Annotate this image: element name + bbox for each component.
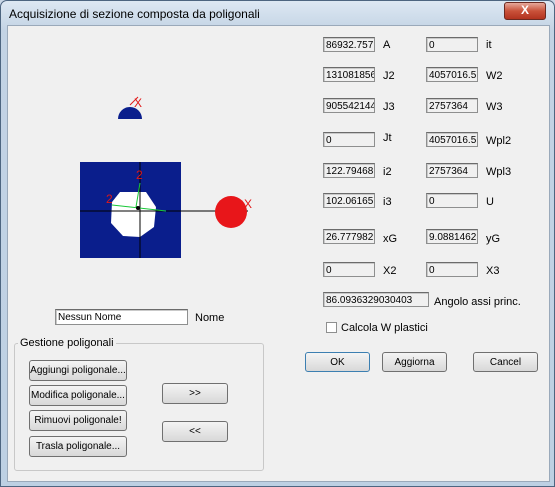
- field-A[interactable]: 86932.757: [323, 37, 375, 52]
- polygon-management-group-label: Gestione poligonali: [18, 337, 116, 349]
- label-X3: X3: [486, 265, 500, 277]
- name-label: Nome: [195, 312, 225, 324]
- field-it[interactable]: 0: [426, 37, 478, 52]
- field-Jt[interactable]: 0: [323, 132, 375, 147]
- add-polygon-button[interactable]: Aggiungi poligonale...: [29, 360, 127, 381]
- label-it: it: [486, 39, 492, 51]
- label-J2: J2: [383, 70, 395, 82]
- label-Jt: Jt: [383, 132, 392, 144]
- field-X3[interactable]: 0: [426, 262, 478, 277]
- label-i2: i2: [383, 166, 392, 178]
- dialog-client-area: X 2 2 X 86932.757 A 131081856 J2 9055421…: [7, 25, 550, 482]
- prev-button[interactable]: <<: [162, 421, 228, 442]
- label-Wpl3: Wpl3: [486, 166, 512, 178]
- close-button[interactable]: X: [504, 2, 546, 20]
- cancel-button[interactable]: Cancel: [473, 352, 538, 372]
- field-J2[interactable]: 131081856: [323, 67, 375, 82]
- ok-button[interactable]: OK: [305, 352, 370, 372]
- label-U: U: [486, 196, 494, 208]
- label-J3: J3: [383, 101, 395, 113]
- move-polygon-button[interactable]: Trasla poligonale...: [29, 436, 127, 457]
- axis-label-2-left: 2: [106, 192, 113, 206]
- dialog-window: Acquisizione di sezione composta da poli…: [0, 0, 555, 487]
- centroid-circle-marker: [215, 196, 247, 228]
- label-Wpl2: Wpl2: [486, 135, 512, 147]
- title-bar: Acquisizione di sezione composta da poli…: [1, 1, 554, 25]
- field-U[interactable]: 0: [426, 193, 478, 208]
- window-title: Acquisizione di sezione composta da poli…: [9, 7, 260, 21]
- label-X2: X2: [383, 265, 397, 277]
- field-angle[interactable]: 86.0936329030403: [323, 292, 429, 307]
- centroid-dot: [136, 206, 140, 210]
- label-W2: W2: [486, 70, 503, 82]
- plastic-checkbox-label: Calcola W plastici: [341, 322, 428, 334]
- label-xG: xG: [383, 233, 398, 245]
- update-button[interactable]: Aggiorna: [382, 352, 447, 372]
- field-yG[interactable]: 9.0881462: [426, 229, 478, 244]
- label-angle: Angolo assi princ.: [434, 296, 521, 308]
- field-i2[interactable]: 122.79468: [323, 163, 375, 178]
- semicircle-x-label: X: [134, 96, 142, 110]
- label-i3: i3: [383, 196, 392, 208]
- field-W2[interactable]: 4057016.5: [426, 67, 478, 82]
- label-A: A: [383, 39, 391, 51]
- name-input[interactable]: Nessun Nome: [55, 309, 188, 325]
- remove-polygon-button[interactable]: Rimuovi poligonale!: [29, 410, 127, 431]
- section-drawing: X 2 2 X: [80, 96, 252, 258]
- circle-x-label: X: [244, 197, 252, 211]
- field-Wpl2[interactable]: 4057016.5: [426, 132, 478, 147]
- field-i3[interactable]: 102.06165: [323, 193, 375, 208]
- field-xG[interactable]: 26.777982: [323, 229, 375, 244]
- field-W3[interactable]: 2757364: [426, 98, 478, 113]
- plastic-checkbox[interactable]: [326, 322, 337, 333]
- axis-label-2-top: 2: [136, 168, 143, 182]
- next-button[interactable]: >>: [162, 383, 228, 404]
- label-W3: W3: [486, 101, 503, 113]
- close-icon: X: [520, 3, 529, 17]
- field-J3[interactable]: 905542144: [323, 98, 375, 113]
- label-yG: yG: [486, 233, 501, 245]
- field-X2[interactable]: 0: [323, 262, 375, 277]
- hole-polygon: [111, 192, 156, 237]
- modify-polygon-button[interactable]: Modifica poligonale...: [29, 385, 127, 406]
- field-Wpl3[interactable]: 2757364: [426, 163, 478, 178]
